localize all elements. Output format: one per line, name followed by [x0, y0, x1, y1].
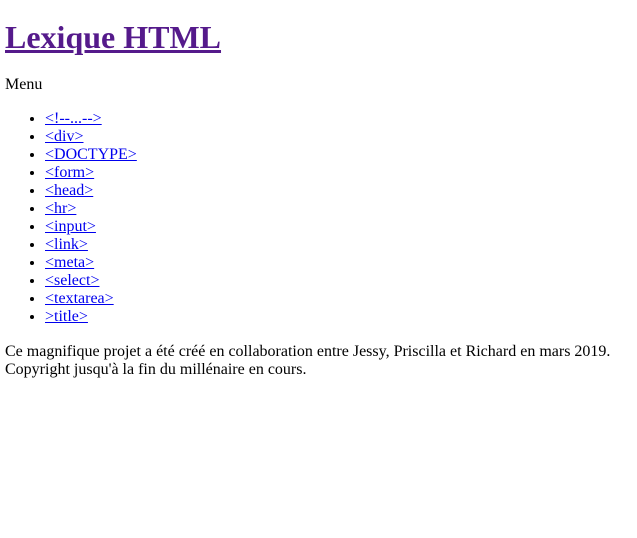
menu-link-select[interactable]: <select> [45, 272, 99, 289]
list-item: <select> [45, 272, 632, 290]
list-item: <textarea> [45, 290, 632, 308]
menu-label: Menu [5, 76, 43, 93]
list-item: <form> [45, 164, 632, 182]
list-item: <meta> [45, 254, 632, 272]
page-title: Lexique HTML [5, 18, 632, 56]
menu-link-hr[interactable]: <hr> [45, 200, 76, 217]
footer: Ce magnifique projet a été créé en colla… [5, 343, 632, 379]
list-item: <head> [45, 182, 632, 200]
menu-link-form[interactable]: <form> [45, 164, 94, 181]
menu-link-comment[interactable]: <!--...--> [45, 110, 102, 127]
list-item: <div> [45, 128, 632, 146]
list-item: <!--...--> [45, 110, 632, 128]
footer-credits: Ce magnifique projet a été créé en colla… [5, 343, 611, 360]
title-link[interactable]: Lexique HTML [5, 19, 221, 55]
menu-link-head[interactable]: <head> [45, 182, 93, 199]
menu-link-meta[interactable]: <meta> [45, 254, 94, 271]
menu-link-textarea[interactable]: <textarea> [45, 290, 114, 307]
menu-link-doctype[interactable]: <DOCTYPE> [45, 146, 137, 163]
menu-link-input[interactable]: <input> [45, 218, 96, 235]
list-item: <hr> [45, 200, 632, 218]
menu-link-link[interactable]: <link> [45, 236, 88, 253]
page: Lexique HTML Menu <!--...--> <div> <DOCT… [5, 0, 632, 379]
menu-link-title[interactable]: >title> [45, 308, 88, 325]
footer-copyright: Copyright jusqu'à la fin du millénaire e… [5, 361, 307, 378]
list-item: <DOCTYPE> [45, 146, 632, 164]
menu-list: <!--...--> <div> <DOCTYPE> <form> <head>… [5, 110, 632, 326]
menu-link-div[interactable]: <div> [45, 128, 84, 145]
list-item: <link> [45, 236, 632, 254]
list-item: >title> [45, 308, 632, 326]
list-item: <input> [45, 218, 632, 236]
